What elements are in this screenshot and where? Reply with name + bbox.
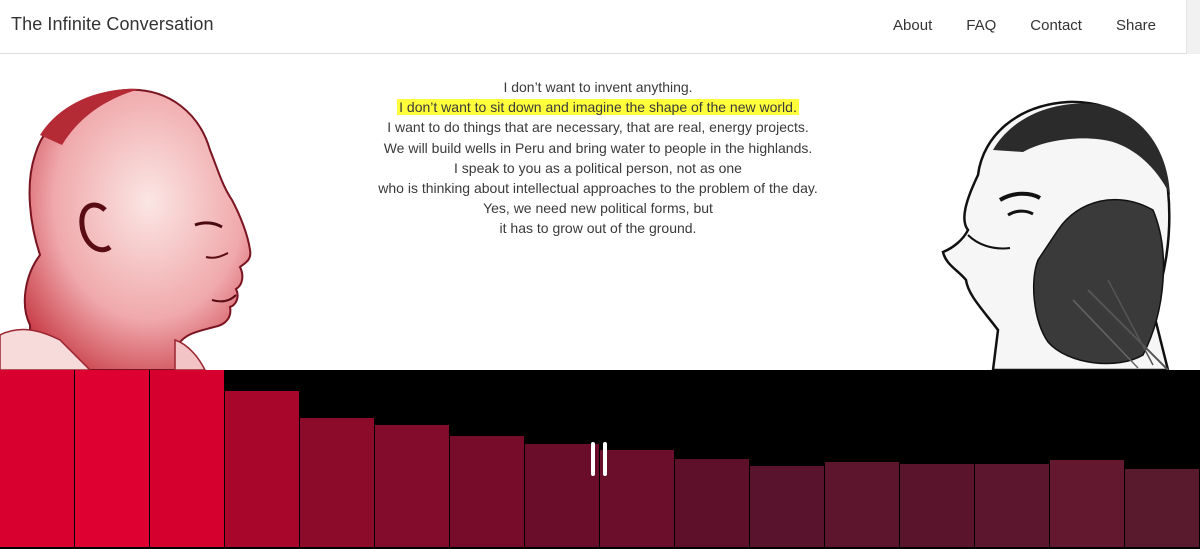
transcript-line: We will build wells in Peru and bring wa… [383,139,813,156]
visualizer-bar [225,391,300,547]
speaker-portrait-left [0,88,252,370]
pause-icon [591,442,595,476]
nav-link-share[interactable]: Share [1116,17,1156,34]
nav-link-contact[interactable]: Contact [1030,17,1082,34]
transcript: I don’t want to invent anything. I don’t… [300,77,896,239]
visualizer-bar [1125,469,1200,547]
visualizer-bar [675,458,750,547]
scrollbar[interactable] [1186,0,1200,54]
transcript-line: I don’t want to invent anything. [503,79,693,95]
pause-button[interactable] [588,442,612,478]
navbar: The Infinite Conversation About FAQ Cont… [0,0,1186,54]
transcript-line: I want to do things that are necessary, … [387,119,809,136]
transcript-line: I speak to you as a political person, no… [454,159,742,176]
pause-icon [603,442,607,476]
visualizer-bar [150,370,225,547]
transcript-line: Yes, we need new political forms, but [483,200,713,217]
speaker-portrait-right [941,100,1171,370]
visualizer-bar [825,462,900,547]
visualizer-bar [300,417,375,547]
nav-links: About FAQ Contact Share [859,17,1156,34]
visualizer-bar [900,463,975,547]
nav-link-about[interactable]: About [893,17,932,34]
visualizer-bar [75,370,150,547]
visualizer-bar [975,463,1050,547]
conversation-stage: I don’t want to invent anything. I don’t… [0,55,1200,370]
visualizer-bar [750,465,825,547]
transcript-line-highlighted: I don’t want to sit down and imagine the… [397,99,799,116]
site-title[interactable]: The Infinite Conversation [11,14,214,35]
visualizer-bar [375,424,450,547]
visualizer-bar [450,435,525,547]
visualizer-bar [0,370,75,547]
transcript-line: who is thinking about intellectual appro… [378,180,818,197]
nav-link-faq[interactable]: FAQ [966,17,996,34]
transcript-line: it has to grow out of the ground. [499,220,697,237]
visualizer-bar [1050,460,1125,547]
